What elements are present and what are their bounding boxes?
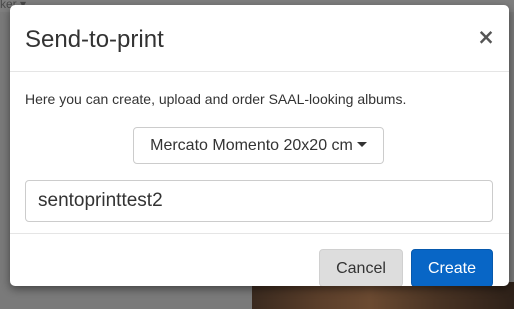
- product-select-label: Mercato Momento 20x20 cm: [150, 137, 353, 154]
- close-icon[interactable]: ×: [476, 27, 496, 48]
- dialog-header: Send-to-print ×: [10, 5, 509, 72]
- product-select-dropdown[interactable]: Mercato Momento 20x20 cm: [133, 127, 384, 164]
- dialog-title: Send-to-print: [25, 26, 164, 53]
- dialog-footer: Cancel Create: [10, 233, 509, 286]
- dialog-body: Here you can create, upload and order SA…: [10, 72, 509, 233]
- cancel-button[interactable]: Cancel: [319, 249, 403, 286]
- send-to-print-dialog: Send-to-print × Here you can create, upl…: [10, 5, 509, 286]
- create-button[interactable]: Create: [411, 249, 493, 286]
- caret-down-icon: [356, 142, 367, 148]
- dialog-description: Here you can create, upload and order SA…: [25, 91, 407, 107]
- album-name-input[interactable]: [25, 180, 493, 222]
- backdrop-photo: [252, 282, 514, 309]
